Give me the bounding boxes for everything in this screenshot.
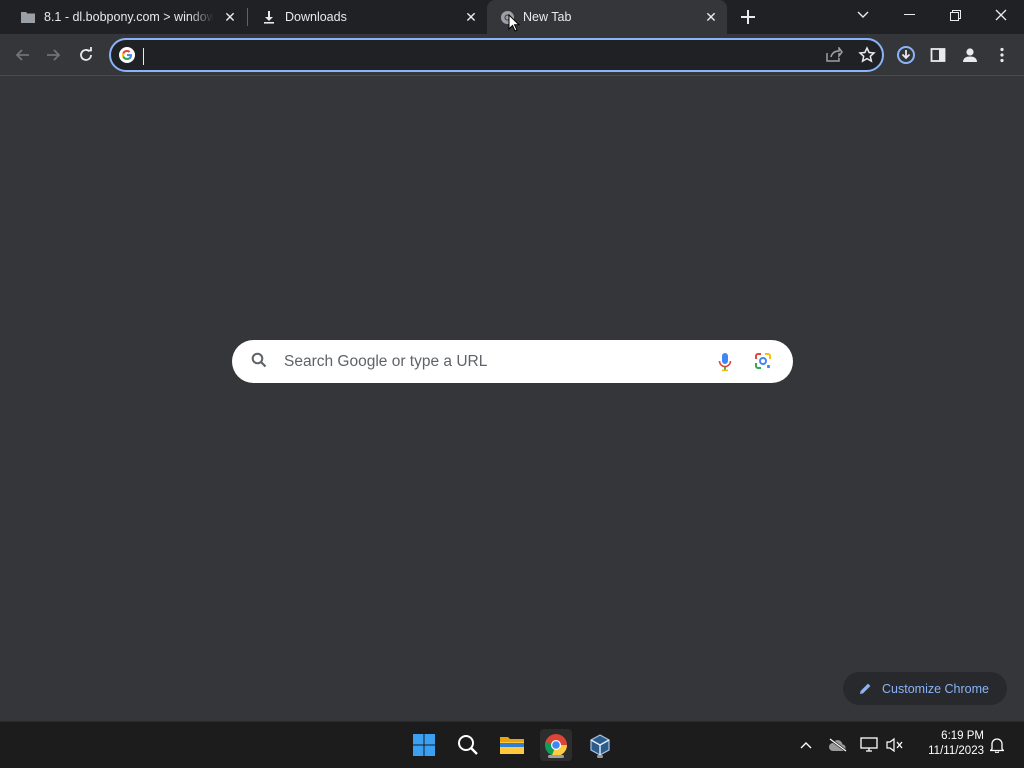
chevron-down-icon <box>857 11 869 18</box>
folder-icon <box>20 9 36 25</box>
onedrive-tray[interactable] <box>827 734 849 756</box>
microphone-icon[interactable] <box>718 352 732 377</box>
address-input[interactable] <box>143 46 803 66</box>
search-icon <box>458 735 478 755</box>
customize-chrome-button[interactable]: Customize Chrome <box>843 672 1007 705</box>
share-icon[interactable] <box>825 45 845 65</box>
chrome-taskbar-button[interactable] <box>540 729 572 761</box>
taskbar-search-button[interactable] <box>452 729 484 761</box>
text-caret <box>143 48 144 65</box>
volume-tray[interactable] <box>884 734 906 756</box>
start-button[interactable] <box>408 729 440 761</box>
mouse-cursor-icon <box>508 14 520 32</box>
network-icon <box>860 737 878 752</box>
chrome-icon <box>545 734 568 757</box>
downloads-button[interactable] <box>892 41 920 69</box>
forward-button[interactable] <box>40 41 68 69</box>
system-clock[interactable]: 6:19 PM 11/11/2023 <box>914 729 984 759</box>
browser-toolbar <box>0 34 1024 76</box>
arrow-right-icon <box>47 49 61 61</box>
virtualbox-icon <box>590 734 610 756</box>
tab-bobpony[interactable]: 8.1 - dl.bobpony.com > window ✕ <box>0 0 246 34</box>
customize-label: Customize Chrome <box>882 681 989 696</box>
notifications-button[interactable] <box>986 734 1008 756</box>
side-panel-button[interactable] <box>924 41 952 69</box>
google-icon <box>119 47 135 63</box>
windows-logo-icon <box>413 734 435 756</box>
tab-title: New Tab <box>523 10 572 24</box>
reload-button[interactable] <box>72 41 100 69</box>
folder-icon <box>500 737 524 754</box>
close-icon[interactable]: ✕ <box>220 7 240 27</box>
close-icon <box>995 9 1007 21</box>
windows-taskbar: 6:19 PM 11/11/2023 <box>0 721 1024 768</box>
show-hidden-icons-button[interactable] <box>795 734 817 756</box>
tab-strip: 8.1 - dl.bobpony.com > window ✕ Download… <box>0 0 1024 34</box>
search-box[interactable] <box>232 340 793 383</box>
tab-downloads[interactable]: Downloads ✕ <box>247 0 487 34</box>
bell-icon <box>990 738 1004 753</box>
clock-time: 6:19 PM <box>941 730 984 742</box>
cloud-off-icon <box>829 738 847 752</box>
side-panel-icon <box>930 48 946 62</box>
bookmark-star-icon[interactable] <box>858 46 876 64</box>
profile-button[interactable] <box>956 41 984 69</box>
minimize-button[interactable] <box>886 0 932 30</box>
running-indicator <box>548 755 564 758</box>
download-progress-icon <box>897 46 915 64</box>
close-icon[interactable]: ✕ <box>461 7 481 27</box>
restore-button[interactable] <box>932 0 978 30</box>
tab-search-button[interactable] <box>840 0 886 30</box>
clock-date: 11/11/2023 <box>928 745 984 757</box>
google-lens-icon[interactable] <box>754 352 772 375</box>
file-explorer-button[interactable] <box>496 729 528 761</box>
download-icon <box>261 9 277 25</box>
search-input[interactable] <box>284 351 704 373</box>
tab-title: 8.1 - dl.bobpony.com > window <box>44 10 214 24</box>
close-window-button[interactable] <box>978 0 1024 30</box>
restore-icon <box>949 9 961 21</box>
profile-icon <box>963 48 977 62</box>
arrow-left-icon <box>15 49 29 61</box>
reload-icon <box>80 47 92 61</box>
address-bar[interactable] <box>109 38 884 72</box>
close-icon[interactable]: ✕ <box>701 7 721 27</box>
minimize-icon <box>903 14 915 15</box>
chevron-up-icon <box>800 742 812 749</box>
tab-title: Downloads <box>285 10 347 24</box>
running-indicator <box>597 755 603 758</box>
virtualbox-button[interactable] <box>584 729 616 761</box>
volume-muted-icon <box>886 737 903 753</box>
more-vert-icon <box>1000 47 1004 63</box>
network-tray[interactable] <box>858 734 880 756</box>
search-icon <box>251 352 267 373</box>
tab-new-tab[interactable]: New Tab ✕ <box>487 0 727 34</box>
back-button[interactable] <box>8 41 36 69</box>
menu-button[interactable] <box>988 41 1016 69</box>
new-tab-button[interactable] <box>736 5 760 29</box>
plus-icon <box>741 10 755 24</box>
new-tab-page: Customize Chrome <box>0 77 1024 721</box>
pencil-icon <box>860 683 871 694</box>
